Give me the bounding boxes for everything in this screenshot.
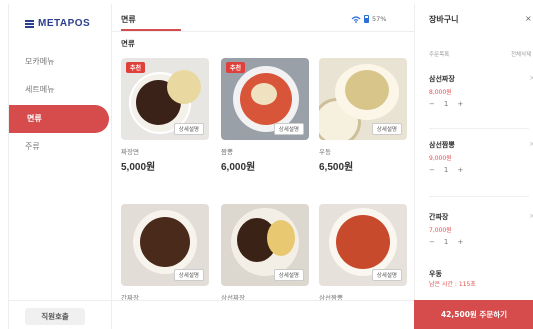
minus-icon[interactable]: −: [429, 238, 435, 246]
food-image: 추천 상세설명: [121, 58, 209, 140]
wifi-icon: [351, 15, 361, 23]
minus-icon[interactable]: −: [429, 100, 435, 108]
cart-item-price: 8,000원: [429, 89, 452, 96]
cart-item-name: 삼선짜장: [429, 75, 455, 83]
sidebar-footer: 직원호출: [9, 300, 112, 329]
menu-card[interactable]: 추천 상세설명 짬뽕 6,000원: [221, 58, 309, 173]
cart-item-qty: 1: [443, 166, 449, 174]
sidebar-item-set[interactable]: 세트메뉴: [25, 84, 54, 95]
detail-button[interactable]: 상세설명: [371, 269, 402, 281]
food-image: 상세설명: [319, 58, 407, 140]
cart-item-name: 우동: [429, 270, 442, 278]
detail-button[interactable]: 상세설명: [371, 123, 402, 135]
recommend-badge: 추천: [226, 62, 246, 73]
logo: METAPOS: [25, 18, 90, 29]
cart-item-qty: 1: [443, 100, 449, 108]
battery-level: 57%: [372, 15, 387, 23]
menu-item-price: 5,000원: [121, 162, 156, 173]
menu-card[interactable]: 상세설명 삼선짜장: [221, 204, 309, 302]
cart-item-price: 9,000원: [429, 155, 452, 162]
clear-cart-button[interactable]: 전체삭제: [511, 50, 531, 58]
menu-item-name: 우동: [319, 148, 331, 156]
tab-noodles[interactable]: 면류: [121, 14, 136, 25]
detail-button[interactable]: 상세설명: [273, 123, 304, 135]
logo-text: METAPOS: [38, 18, 91, 29]
section-title: 면류: [121, 39, 135, 48]
menu-item-name: 짜장면: [121, 148, 139, 156]
detail-button[interactable]: 상세설명: [273, 269, 304, 281]
cart-item-qty: 1: [443, 238, 449, 246]
remove-item-icon[interactable]: ×: [529, 212, 533, 220]
remove-item-icon[interactable]: ×: [529, 140, 533, 148]
detail-button[interactable]: 상세설명: [173, 269, 204, 281]
remaining-time: 남은 시간 : 115초: [429, 281, 476, 288]
menu-card[interactable]: 추천 상세설명 짜장면 5,000원: [121, 58, 209, 173]
cart-order-list-label: 주문목록: [429, 52, 450, 58]
plus-icon[interactable]: +: [457, 166, 463, 174]
cart-item: 간짜장 7,000원 − 1 + ×: [429, 212, 533, 246]
detail-button[interactable]: 상세설명: [173, 123, 204, 135]
cart-divider: [429, 128, 529, 129]
cart-item-name: 삼선짬뽕: [429, 141, 455, 149]
cart-title: 장바구니: [429, 15, 459, 24]
close-icon[interactable]: ×: [525, 14, 532, 23]
food-image: 상세설명: [221, 204, 309, 286]
order-button[interactable]: 42,500원 주문하기: [414, 300, 533, 329]
food-image: 상세설명: [319, 204, 407, 286]
cart-item: 우동: [429, 269, 529, 279]
menu-lines-icon: [25, 19, 34, 28]
plus-icon[interactable]: +: [457, 238, 463, 246]
sidebar-item-drinks[interactable]: 주류: [25, 141, 40, 152]
menu-card[interactable]: 상세설명 삼선짬뽕: [319, 204, 407, 302]
sidebar: METAPOS 모카메뉴 세트메뉴 면류 주류: [9, 4, 112, 300]
status-bar: 57%: [351, 15, 386, 23]
recommend-badge: 추천: [126, 62, 146, 73]
food-image: 추천 상세설명: [221, 58, 309, 140]
sidebar-item-moka[interactable]: 모카메뉴: [25, 56, 54, 67]
sidebar-item-noodles[interactable]: 면류: [9, 105, 109, 133]
header-divider: [112, 31, 414, 32]
menu-item-price: 6,500원: [319, 162, 354, 173]
menu-card[interactable]: 상세설명 우동 6,500원: [319, 58, 407, 173]
call-staff-button[interactable]: 직원호출: [25, 308, 85, 325]
cart-item-price: 7,000원: [429, 227, 452, 234]
app-window: METAPOS 모카메뉴 세트메뉴 면류 주류 직원호출 면류 면류 57% 추…: [8, 4, 533, 329]
cart-panel: 장바구니 × 주문목록 전체삭제 삼선짜장 8,000원 − 1 + × 삼선짬…: [414, 4, 533, 300]
plus-icon[interactable]: +: [457, 100, 463, 108]
menu-item-price: 6,000원: [221, 162, 256, 173]
cart-item: 삼선짬뽕 9,000원 − 1 + ×: [429, 140, 533, 174]
cart-item-name: 간짜장: [429, 213, 449, 221]
food-image: 상세설명: [121, 204, 209, 286]
bottom-bar: [112, 300, 414, 329]
cart-divider: [429, 196, 529, 197]
minus-icon[interactable]: −: [429, 166, 435, 174]
menu-card[interactable]: 상세설명 간짜장: [121, 204, 209, 302]
battery-icon: [364, 15, 369, 23]
cart-item: 삼선짜장 8,000원 − 1 + ×: [429, 74, 533, 108]
menu-item-name: 짬뽕: [221, 148, 233, 156]
remove-item-icon[interactable]: ×: [529, 74, 533, 82]
